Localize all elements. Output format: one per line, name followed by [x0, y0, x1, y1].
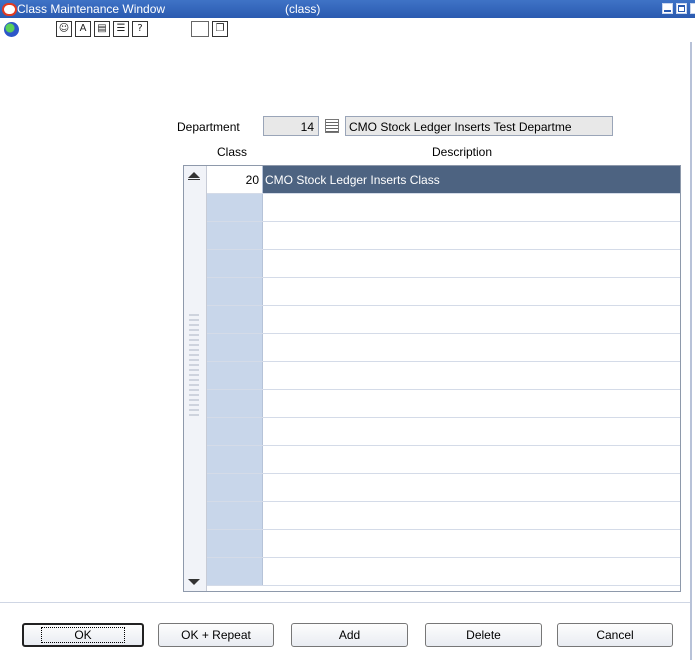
class-cell[interactable]: [207, 530, 263, 557]
description-cell[interactable]: [263, 250, 680, 277]
table-row[interactable]: [207, 306, 680, 334]
description-cell[interactable]: [263, 530, 680, 557]
ok-button[interactable]: OK: [22, 623, 144, 647]
description-cell[interactable]: [263, 362, 680, 389]
help-icon[interactable]: ?: [132, 21, 148, 37]
class-cell[interactable]: [207, 418, 263, 445]
table-row[interactable]: [207, 502, 680, 530]
grid-rows: 20 CMO Stock Ledger Inserts Class: [207, 166, 680, 586]
window-subtitle: (class): [285, 2, 321, 16]
copy-icon[interactable]: ▤: [94, 21, 110, 37]
department-number-field[interactable]: 14: [263, 116, 319, 136]
minimize-button[interactable]: [662, 3, 673, 14]
description-cell[interactable]: [263, 502, 680, 529]
description-column-header: Description: [432, 145, 493, 159]
table-row[interactable]: [207, 558, 680, 586]
table-row[interactable]: [207, 446, 680, 474]
list-of-values-icon[interactable]: [325, 119, 339, 133]
description-cell[interactable]: [263, 334, 680, 361]
find-icon[interactable]: A: [75, 21, 91, 37]
globe-icon[interactable]: [4, 22, 19, 37]
description-cell[interactable]: [263, 390, 680, 417]
class-cell[interactable]: [207, 250, 263, 277]
blank-icon[interactable]: [191, 21, 209, 37]
table-row[interactable]: [207, 222, 680, 250]
department-description-field: CMO Stock Ledger Inserts Test Departme: [345, 116, 613, 136]
scroll-thumb[interactable]: [189, 314, 199, 418]
cancel-button[interactable]: Cancel: [557, 623, 673, 647]
table-row[interactable]: 20 CMO Stock Ledger Inserts Class: [207, 166, 680, 194]
class-cell[interactable]: [207, 222, 263, 249]
class-cell[interactable]: 20: [207, 166, 263, 193]
title-bar[interactable]: Class Maintenance Window (class): [0, 0, 695, 18]
new-document-icon[interactable]: ❐: [212, 21, 228, 37]
class-cell[interactable]: [207, 362, 263, 389]
add-button[interactable]: Add: [291, 623, 408, 647]
description-cell[interactable]: [263, 474, 680, 501]
department-label: Department: [177, 120, 240, 134]
description-cell[interactable]: [263, 278, 680, 305]
class-cell[interactable]: [207, 306, 263, 333]
close-button[interactable]: [690, 3, 695, 14]
table-row[interactable]: [207, 530, 680, 558]
description-cell[interactable]: CMO Stock Ledger Inserts Class: [263, 166, 680, 193]
description-cell[interactable]: [263, 418, 680, 445]
window-title: Class Maintenance Window: [17, 2, 166, 16]
table-row[interactable]: [207, 362, 680, 390]
class-cell[interactable]: [207, 446, 263, 473]
table-row[interactable]: [207, 474, 680, 502]
table-row[interactable]: [207, 194, 680, 222]
description-cell[interactable]: [263, 222, 680, 249]
divider: [0, 602, 690, 603]
print-icon[interactable]: ☰: [113, 21, 129, 37]
class-column-header: Class: [217, 145, 248, 159]
class-cell[interactable]: [207, 474, 263, 501]
class-cell[interactable]: [207, 502, 263, 529]
class-grid: 20 CMO Stock Ledger Inserts Class: [183, 165, 681, 592]
maximize-button[interactable]: [676, 3, 687, 14]
table-row[interactable]: [207, 278, 680, 306]
table-row[interactable]: [207, 418, 680, 446]
class-cell[interactable]: [207, 194, 263, 221]
delete-button[interactable]: Delete: [425, 623, 542, 647]
description-cell[interactable]: [263, 306, 680, 333]
class-cell[interactable]: [207, 558, 263, 585]
description-cell[interactable]: [263, 446, 680, 473]
oracle-icon: [2, 3, 17, 16]
scroll-down-icon[interactable]: [188, 579, 200, 585]
table-row[interactable]: [207, 390, 680, 418]
description-cell[interactable]: [263, 194, 680, 221]
description-cell[interactable]: [263, 558, 680, 585]
table-row[interactable]: [207, 334, 680, 362]
vertical-scrollbar[interactable]: [184, 166, 207, 591]
ok-repeat-button[interactable]: OK + Repeat: [158, 623, 274, 647]
scroll-up-icon[interactable]: [188, 172, 200, 180]
ok-button-label: OK: [41, 627, 125, 643]
toolbar: ☺ A ▤ ☰ ? ❐: [0, 18, 695, 42]
spellcheck-icon[interactable]: ☺: [56, 21, 72, 37]
class-cell[interactable]: [207, 390, 263, 417]
class-cell[interactable]: [207, 334, 263, 361]
class-cell[interactable]: [207, 278, 263, 305]
table-row[interactable]: [207, 250, 680, 278]
